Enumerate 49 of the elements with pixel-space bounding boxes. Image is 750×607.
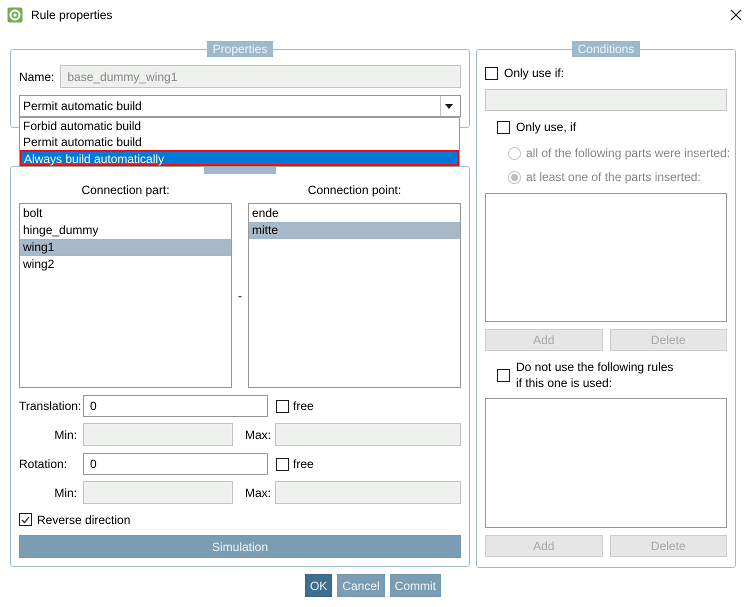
checkbox[interactable] <box>485 66 498 80</box>
window-title: Rule properties <box>31 8 112 22</box>
point-list[interactable]: ende mitte <box>248 203 461 388</box>
radio-label: at least one of the parts inserted: <box>526 170 701 184</box>
checkbox-label: Do not use the following rules if this one is used: <box>516 359 674 391</box>
list-item[interactable]: wing2 <box>20 256 231 273</box>
checkbox-label: Only use, if <box>516 120 576 134</box>
list-item[interactable]: hinge_dummy <box>20 222 231 239</box>
checkbox-label: Reverse direction <box>37 512 130 526</box>
group-legend: Conditions <box>572 41 640 57</box>
checkbox-label: Only use if: <box>504 66 564 80</box>
field-label: Min: <box>53 486 77 500</box>
checkbox[interactable] <box>276 400 289 412</box>
field-label: Max: <box>245 428 272 442</box>
field-label: Min: <box>53 428 77 442</box>
min-field[interactable] <box>83 481 233 504</box>
max-field[interactable] <box>275 423 461 446</box>
list-item[interactable]: wing1 <box>20 239 231 256</box>
field-label: Translation: <box>19 399 82 413</box>
checkbox-label: free <box>293 457 314 471</box>
list-item[interactable]: bolt <box>20 205 231 222</box>
group-legend: Properties <box>206 41 274 57</box>
checkbox[interactable] <box>497 120 510 134</box>
dialog-button[interactable]: OK <box>304 574 332 597</box>
separator-text: - <box>237 288 243 302</box>
max-field[interactable] <box>275 481 461 504</box>
app-icon <box>7 7 23 23</box>
field-label: Max: <box>245 486 272 500</box>
min-field[interactable] <box>83 423 233 446</box>
rules-list[interactable] <box>485 398 727 528</box>
value-field[interactable]: 0 <box>83 395 268 417</box>
condition-field[interactable] <box>485 89 727 111</box>
dropdown-option[interactable]: Always build automatically <box>20 150 459 166</box>
radio-label: all of the following parts were inserted: <box>526 146 730 160</box>
value-field[interactable]: 0 <box>83 453 268 475</box>
list-item[interactable]: ende <box>249 205 460 222</box>
close-button[interactable] <box>728 7 744 23</box>
list-item[interactable]: mitte <box>249 222 460 239</box>
checkbox[interactable] <box>497 368 510 382</box>
build-mode-dropdown[interactable]: Permit automatic build <box>19 95 461 117</box>
checkbox[interactable] <box>276 458 289 470</box>
field-label: Rotation: <box>19 457 68 471</box>
parts-list[interactable] <box>485 193 727 322</box>
part-list[interactable]: bolt hinge_dummy wing1 wing2 <box>19 203 232 388</box>
column-heading: Connection point: <box>306 183 402 197</box>
checkbox[interactable] <box>19 513 32 526</box>
column-heading: Connection part: <box>80 183 171 197</box>
field-label: Name: <box>19 70 54 84</box>
checkbox-label: free <box>293 399 314 413</box>
